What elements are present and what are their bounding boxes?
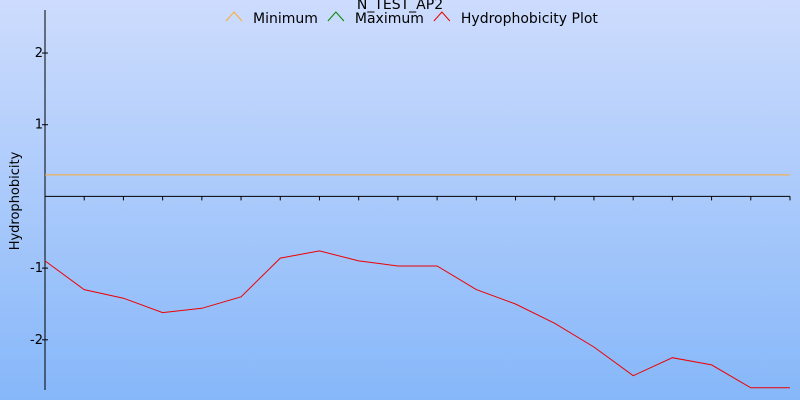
y-tick-label: -1 (30, 261, 43, 276)
legend-label: Hydrophobicity Plot (461, 11, 599, 27)
y-tick-label: -2 (30, 333, 43, 348)
chart-background (0, 0, 800, 400)
y-axis-label: Hydrophobicity (8, 151, 23, 250)
hydrophobicity-chart: N_TEST_AP2 Minimum Maximum Hydrophobicity … (0, 0, 800, 400)
y-tick-label: 2 (35, 46, 43, 61)
legend-label: Maximum (355, 11, 424, 27)
legend-label: Minimum (253, 11, 318, 27)
y-tick-label: 1 (35, 118, 43, 133)
chart-canvas: N_TEST_AP2 Minimum Maximum Hydrophobicity … (0, 0, 800, 400)
legend: Minimum Maximum Hydrophobicity Plot (225, 11, 599, 27)
